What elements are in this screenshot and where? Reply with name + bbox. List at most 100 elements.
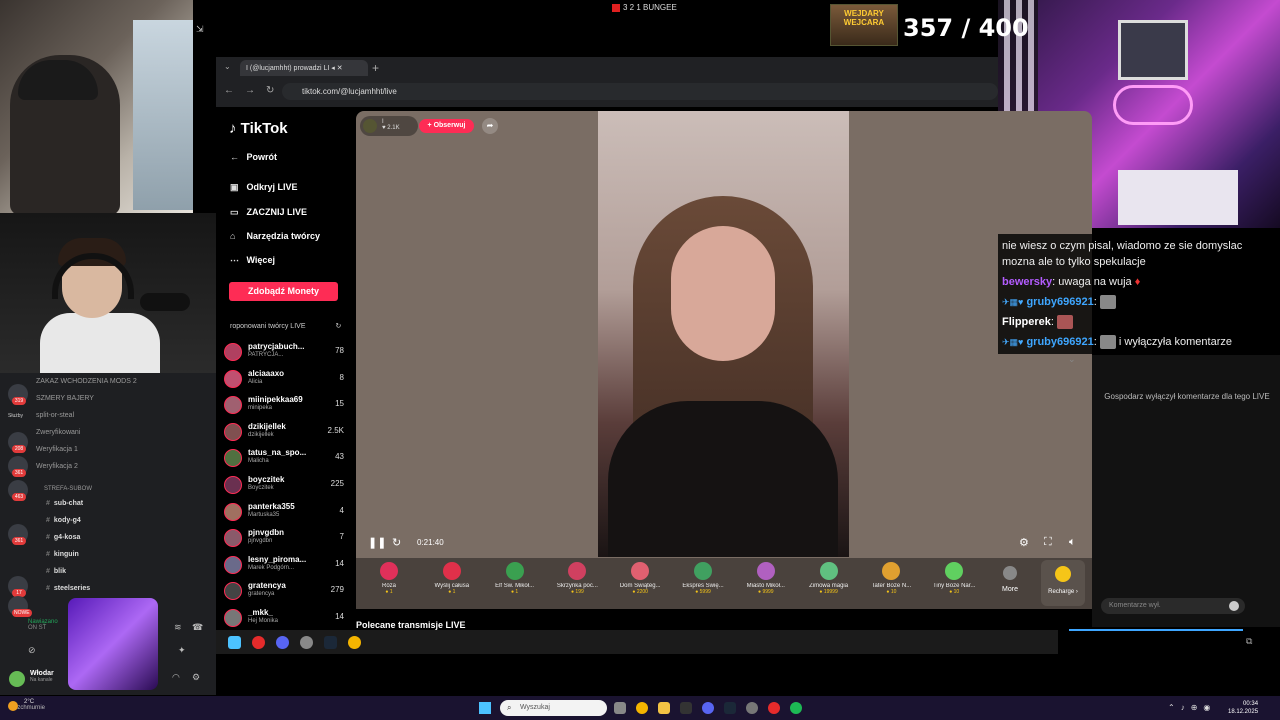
pause-icon[interactable]: ❚❚: [368, 536, 386, 549]
steam-icon[interactable]: [324, 636, 337, 649]
browser-tab[interactable]: I (@lucjamhht) prowadzi LI ◂ ✕: [240, 60, 368, 76]
user-badges: ✈▦♥: [1002, 337, 1024, 347]
app-icon[interactable]: [300, 636, 313, 649]
waveform-icon[interactable]: ≋: [174, 622, 182, 633]
video-off-icon[interactable]: ⊘: [28, 645, 36, 656]
disconnect-icon[interactable]: ☎: [192, 622, 203, 633]
channel-item[interactable]: # blik: [46, 568, 66, 575]
channel-item[interactable]: # kody-g4: [46, 517, 81, 524]
gift-icon: [442, 562, 461, 580]
gift-item[interactable]: Tater Boże N... ● 10: [861, 562, 921, 595]
creator-item[interactable]: _mkk_ Hej Monika 14: [224, 607, 344, 631]
gift-item[interactable]: Tiny Boże Nar... ● 10: [924, 562, 984, 595]
activity-icon[interactable]: ✦: [178, 645, 186, 656]
more-gifts-button[interactable]: More: [995, 566, 1025, 593]
nav-creator-tools[interactable]: ⌂ Narzędzia twórcy: [230, 231, 320, 241]
nav-buttons[interactable]: ←→↻: [224, 85, 285, 96]
gift-price: ● 5999: [695, 589, 711, 595]
terminal-icon[interactable]: [680, 702, 692, 714]
channel-item[interactable]: # g4-kosa: [46, 534, 80, 541]
task-view-icon[interactable]: [614, 702, 626, 714]
gift-item[interactable]: Elf Św. Mikoł... ● 1: [485, 562, 545, 595]
tiktok-logo[interactable]: ♪ TikTok: [229, 120, 288, 137]
discord-user[interactable]: Włodar Na kanale: [30, 670, 54, 683]
url-bar[interactable]: tiktok.com/@lucjamhht/live: [282, 83, 998, 100]
creator-item[interactable]: gratencya gratencya 279: [224, 580, 344, 604]
tab-list-icon[interactable]: ⌄: [224, 62, 231, 71]
channel-item[interactable]: # kinguin: [46, 551, 79, 558]
folder-icon[interactable]: [658, 702, 670, 714]
viewer-count: 279: [330, 585, 344, 595]
live-video[interactable]: [598, 111, 849, 557]
nav-more[interactable]: ⋯ Więcej: [230, 255, 275, 266]
settings-icon[interactable]: ⚙: [1019, 536, 1029, 549]
taskbar-search[interactable]: ⌕ Wyszukaj: [500, 700, 607, 716]
windows-icon[interactable]: [228, 636, 241, 649]
creator-item[interactable]: panterka355 Martuska35 4: [224, 501, 344, 525]
opera-icon[interactable]: [252, 636, 265, 649]
recharge-button[interactable]: Recharge ›: [1041, 560, 1085, 606]
channel-item[interactable]: # steelseries: [46, 585, 90, 592]
gift-price: ● 9999: [758, 589, 774, 595]
captured-taskbar: [216, 630, 1058, 654]
channel-item[interactable]: # sub-chat: [46, 500, 83, 507]
gift-item[interactable]: Ekspres Świę... ● 5999: [673, 562, 733, 595]
spotify-icon[interactable]: [790, 702, 802, 714]
clock[interactable]: 00:34 18.12.2025: [1228, 700, 1258, 716]
emoji-icon[interactable]: [1229, 601, 1239, 611]
channel-item[interactable]: Zweryfikowani: [36, 429, 80, 436]
creator-item[interactable]: miinipekkaa69 minipeka 15: [224, 394, 344, 418]
popout-icon[interactable]: ⧉: [1246, 636, 1252, 647]
weather-widget[interactable]: 2°C Bezchmurnie: [8, 699, 45, 711]
gift-item[interactable]: Róża ● 1: [359, 562, 419, 595]
channel-item[interactable]: Weryfikacja 1: [36, 446, 78, 453]
steam-icon[interactable]: [724, 702, 736, 714]
app-icon[interactable]: [746, 702, 758, 714]
chevron-down-icon[interactable]: ⌄: [1068, 354, 1076, 365]
new-tab-button[interactable]: +: [372, 61, 379, 75]
host-avatar[interactable]: [363, 119, 377, 133]
gift-item[interactable]: Skrzynka poc... ● 199: [547, 562, 607, 595]
chrome-icon[interactable]: [636, 702, 648, 714]
discord-icon[interactable]: [702, 702, 714, 714]
nav-start-live[interactable]: ▭ ZACZNIJ LIVE: [230, 207, 307, 218]
home-icon: ⌂: [230, 231, 236, 241]
channel-item[interactable]: ZAKAZ WCHODZENIA MODS 2: [36, 378, 137, 385]
avatar: [224, 343, 242, 361]
creator-item[interactable]: boyczitek Boyczitek 225: [224, 474, 344, 498]
get-coins-button[interactable]: Zdobądź Monety: [229, 282, 338, 301]
avatar[interactable]: [9, 671, 25, 687]
headphones-icon[interactable]: ◠: [172, 672, 180, 683]
start-button[interactable]: [479, 702, 491, 714]
creator-item[interactable]: dzikijellek dzikijellek 2.5K: [224, 421, 344, 445]
nav-explore-live[interactable]: ▣ Odkryj LIVE: [230, 182, 298, 193]
creator-item[interactable]: alciaaaxo Alicia 8: [224, 368, 344, 392]
comment-input[interactable]: Komentarze wył.: [1101, 598, 1245, 614]
volume-icon[interactable]: 🔈︎: [1069, 536, 1076, 549]
channel-item[interactable]: SZMERY BAJERY: [36, 395, 94, 402]
refresh-icon[interactable]: ↻: [335, 323, 341, 330]
gear-icon[interactable]: ⚙: [192, 672, 200, 683]
search-icon: ⌕: [507, 703, 512, 712]
gift-item[interactable]: Zimowa magia ● 19999: [799, 562, 859, 595]
channel-item[interactable]: split-or-steal: [36, 412, 74, 419]
creator-item[interactable]: pjnvgdbn pjnvgdbn 7: [224, 527, 344, 551]
discord-icon[interactable]: [276, 636, 289, 649]
fullscreen-icon[interactable]: ⛶: [1044, 536, 1052, 549]
creator-item[interactable]: tatus_na_spo... Malicha 43: [224, 447, 344, 471]
reload-icon[interactable]: ↻: [392, 536, 401, 549]
gift-item[interactable]: Wyślij całusa ● 1: [422, 562, 482, 595]
gift-item[interactable]: Miasto Mikoł... ● 9999: [736, 562, 796, 595]
opera-icon[interactable]: [768, 702, 780, 714]
system-tray[interactable]: ⌃♪⊕◉: [1168, 703, 1216, 712]
creator-item[interactable]: patrycjabuch... PATRYCJA... 78: [224, 341, 344, 365]
share-icon[interactable]: ➦: [482, 118, 498, 134]
expand-icon[interactable]: ⇲: [196, 24, 204, 35]
gift-item[interactable]: Dom Świąteg... ● 2200: [610, 562, 670, 595]
follow-button[interactable]: + Obserwuj: [419, 119, 474, 133]
channel-item[interactable]: Weryfikacja 2: [36, 463, 78, 470]
chrome-icon[interactable]: [348, 636, 361, 649]
creator-item[interactable]: lesny_piroma... Marek Podgórn... 14: [224, 554, 344, 578]
channel-item[interactable]: STREFA-SUBOW: [44, 486, 92, 492]
nav-back[interactable]: ← Powrót: [230, 152, 277, 162]
